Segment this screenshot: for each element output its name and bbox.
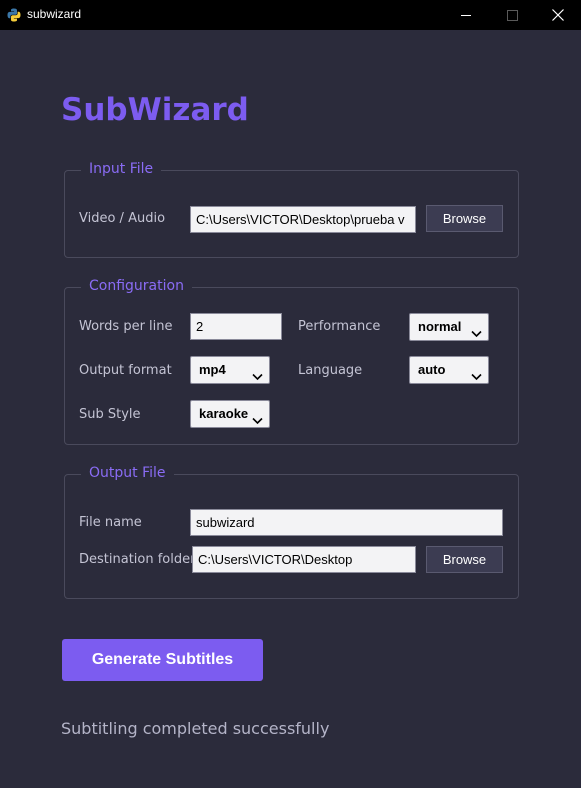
words-per-line-label: Words per line bbox=[79, 319, 173, 334]
output-browse-button[interactable]: Browse bbox=[426, 546, 503, 573]
minimize-icon bbox=[460, 6, 472, 25]
window-titlebar: subwizard bbox=[0, 0, 581, 30]
configuration-legend: Configuration bbox=[81, 278, 192, 294]
input-file-legend: Input File bbox=[81, 161, 162, 177]
destination-folder-input[interactable]: C:\Users\VICTOR\Desktop bbox=[192, 546, 416, 573]
chevron-down-icon bbox=[252, 365, 263, 381]
chevron-down-icon bbox=[252, 409, 263, 425]
chevron-down-icon bbox=[471, 322, 482, 338]
generate-subtitles-button[interactable]: Generate Subtitles bbox=[62, 639, 263, 681]
status-message: Subtitling completed successfully bbox=[61, 719, 330, 738]
python-icon bbox=[7, 7, 21, 22]
performance-value: normal bbox=[418, 319, 462, 334]
minimize-button[interactable] bbox=[443, 0, 489, 30]
sub-style-select[interactable]: karaoke bbox=[190, 400, 270, 428]
video-path-input[interactable]: C:\Users\VICTOR\Desktop\prueba v bbox=[190, 206, 416, 233]
sub-style-value: karaoke bbox=[199, 406, 249, 421]
app-title: SubWizard bbox=[61, 92, 249, 128]
close-icon bbox=[552, 6, 564, 25]
maximize-button[interactable] bbox=[489, 0, 535, 30]
output-file-group: Output File bbox=[64, 465, 519, 599]
video-audio-label: Video / Audio bbox=[79, 211, 166, 226]
file-name-input[interactable]: subwizard bbox=[190, 509, 503, 536]
file-name-label: File name bbox=[79, 515, 142, 530]
sub-style-label: Sub Style bbox=[79, 407, 141, 422]
input-browse-button[interactable]: Browse bbox=[426, 205, 503, 232]
performance-select[interactable]: normal bbox=[409, 313, 489, 341]
language-value: auto bbox=[418, 362, 446, 377]
maximize-icon bbox=[506, 6, 518, 25]
output-format-select[interactable]: mp4 bbox=[190, 356, 270, 384]
chevron-down-icon bbox=[471, 365, 482, 381]
performance-label: Performance bbox=[298, 319, 381, 334]
destination-folder-label: Destination folder bbox=[79, 552, 196, 567]
window-title: subwizard bbox=[27, 7, 82, 21]
output-format-value: mp4 bbox=[199, 362, 226, 377]
close-button[interactable] bbox=[535, 0, 581, 30]
language-label: Language bbox=[298, 363, 363, 378]
output-file-legend: Output File bbox=[81, 465, 174, 481]
output-format-label: Output format bbox=[79, 363, 172, 378]
words-per-line-input[interactable]: 2 bbox=[190, 313, 282, 340]
language-select[interactable]: auto bbox=[409, 356, 489, 384]
